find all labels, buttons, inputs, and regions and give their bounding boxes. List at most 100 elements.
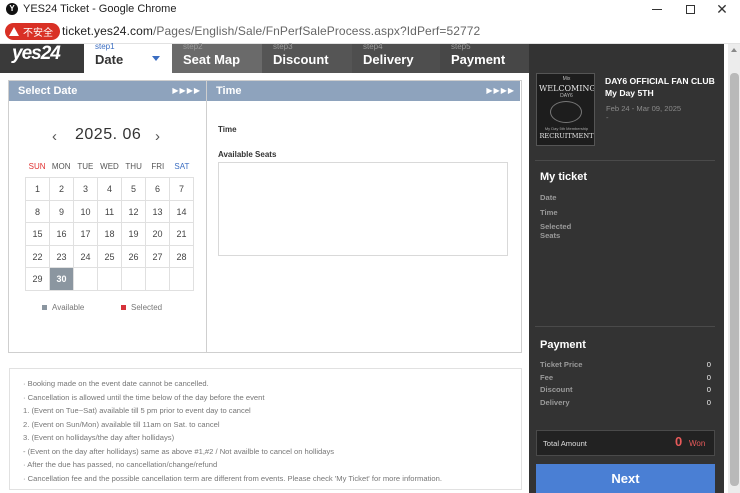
total-amount-label: Total Amount bbox=[543, 439, 587, 448]
calendar-day[interactable]: 17 bbox=[74, 223, 98, 246]
notice-item: · Booking made on the event date cannot … bbox=[23, 379, 209, 388]
calendar-day[interactable]: 11 bbox=[98, 200, 122, 223]
calendar-day[interactable]: 23 bbox=[50, 245, 74, 268]
yes24-logo: yes24 bbox=[0, 44, 84, 73]
notice-item: · After the due has passed, no cancellat… bbox=[23, 460, 218, 469]
step-seat-map[interactable]: step2 Seat Map bbox=[172, 42, 262, 73]
payment-value: 0 bbox=[706, 360, 711, 369]
calendar-day[interactable]: 10 bbox=[74, 200, 98, 223]
payment-label: Discount bbox=[540, 385, 573, 394]
calendar-empty-cell bbox=[146, 268, 170, 291]
calendar-day[interactable]: 20 bbox=[146, 223, 170, 246]
calendar-day[interactable]: 19 bbox=[122, 223, 146, 246]
payment-title: Payment bbox=[540, 339, 586, 351]
close-button[interactable]: ✕ bbox=[708, 0, 736, 19]
calendar-day[interactable]: 3 bbox=[74, 178, 98, 201]
minimize-icon bbox=[652, 9, 662, 10]
weekday-label: THU bbox=[125, 162, 142, 171]
notice-item: · Cancellation fee and the possible canc… bbox=[23, 473, 442, 483]
event-title: DAY6 OFFICIAL FAN CLUB My Day 5TH bbox=[605, 76, 715, 98]
step-label: Payment bbox=[451, 52, 506, 67]
calendar-day[interactable]: 16 bbox=[50, 223, 74, 246]
poster-text: Mix bbox=[562, 76, 571, 82]
calendar-day[interactable]: 25 bbox=[98, 245, 122, 268]
time-title: Time bbox=[216, 85, 242, 97]
calendar-day[interactable]: 8 bbox=[26, 200, 50, 223]
arrows-icon: ▶▶▶▶ bbox=[172, 86, 201, 95]
step-label: Discount bbox=[273, 52, 329, 67]
step-number: step3 bbox=[273, 42, 293, 51]
weekday-label: TUE bbox=[77, 162, 94, 171]
poster-text: RECRUITMENT bbox=[539, 132, 594, 140]
payment-label: Ticket Price bbox=[540, 360, 583, 369]
calendar-day[interactable]: 22 bbox=[26, 245, 50, 268]
weekday-label: FRI bbox=[151, 162, 165, 171]
total-amount-unit: Won bbox=[689, 439, 706, 448]
event-period: Feb 24 - Mar 09, 2025 bbox=[606, 104, 682, 113]
calendar-month: 2025. 06 bbox=[75, 126, 142, 143]
calendar-day[interactable]: 27 bbox=[146, 245, 170, 268]
event-venue: - bbox=[606, 113, 609, 122]
select-date-header: Select Date ▶▶▶▶ bbox=[9, 81, 206, 101]
available-seats-label: Available Seats bbox=[218, 150, 277, 159]
url-field[interactable]: ticket.yes24.com/Pages/English/Sale/FnPe… bbox=[62, 24, 480, 38]
calendar-day[interactable]: 5 bbox=[122, 178, 146, 201]
step-discount[interactable]: step3 Discount bbox=[262, 42, 352, 73]
calendar-day[interactable]: 29 bbox=[26, 268, 50, 291]
maximize-button[interactable] bbox=[676, 0, 704, 19]
notice-list: · Booking made on the event date cannot … bbox=[23, 377, 442, 485]
legend-available-label: Available bbox=[52, 303, 85, 312]
payment-value: 0 bbox=[706, 398, 711, 407]
notice-item: 2. (Event on Sun/Mon) available till 11a… bbox=[23, 419, 220, 429]
calendar-day[interactable]: 18 bbox=[98, 223, 122, 246]
payment-row-ticket-price: Ticket Price 0 bbox=[540, 360, 711, 372]
time-label: Time bbox=[218, 125, 237, 134]
calendar-day[interactable]: 24 bbox=[74, 245, 98, 268]
calendar-day[interactable]: 30 bbox=[50, 268, 74, 291]
chevron-down-icon[interactable] bbox=[152, 56, 160, 61]
calendar-empty-cell bbox=[170, 268, 194, 291]
notice-item: · Cancellation is allowed until the time… bbox=[23, 392, 265, 402]
calendar-day[interactable]: 6 bbox=[146, 178, 170, 201]
selected-swatch-icon bbox=[121, 305, 126, 310]
calendar-day[interactable]: 7 bbox=[170, 178, 194, 201]
calendar-day[interactable]: 15 bbox=[26, 223, 50, 246]
payment-row-delivery: Delivery 0 bbox=[540, 398, 711, 410]
calendar-day[interactable]: 28 bbox=[170, 245, 194, 268]
scroll-up-arrow-icon[interactable] bbox=[731, 48, 737, 52]
calendar-day[interactable]: 9 bbox=[50, 200, 74, 223]
step-delivery[interactable]: step4 Delivery bbox=[352, 42, 440, 73]
not-secure-label: 不安全 bbox=[23, 28, 53, 39]
prev-month-button[interactable]: ‹ bbox=[52, 128, 57, 145]
not-secure-chip[interactable]: 不安全 bbox=[5, 23, 60, 40]
payment-row-fee: Fee 0 bbox=[540, 373, 711, 385]
next-button[interactable]: Next bbox=[536, 464, 715, 493]
yes24-favicon-icon: Y bbox=[6, 3, 18, 15]
payment-row-discount: Discount 0 bbox=[540, 385, 711, 397]
calendar-day[interactable]: 14 bbox=[170, 200, 194, 223]
calendar-day[interactable]: 4 bbox=[98, 178, 122, 201]
step-number: step5 bbox=[451, 42, 471, 51]
calendar-day[interactable]: 26 bbox=[122, 245, 146, 268]
window-title: YES24 Ticket - Google Chrome bbox=[23, 3, 177, 15]
step-label: Delivery bbox=[363, 52, 414, 67]
calendar-day[interactable]: 21 bbox=[170, 223, 194, 246]
poster-text: DAY6 bbox=[560, 93, 573, 99]
arrows-icon: ▶▶▶▶ bbox=[486, 86, 515, 95]
calendar-day[interactable]: 12 bbox=[122, 200, 146, 223]
my-ticket-time-label: Time bbox=[540, 208, 558, 217]
scrollbar-thumb[interactable] bbox=[730, 73, 739, 486]
calendar-empty-cell bbox=[74, 268, 98, 291]
weekday-label: SUN bbox=[28, 162, 46, 171]
step-label: Date bbox=[95, 52, 124, 67]
step-number: step1 bbox=[95, 42, 115, 51]
calendar-day[interactable]: 1 bbox=[26, 178, 50, 201]
available-swatch-icon bbox=[42, 305, 47, 310]
step-payment[interactable]: step5 Payment bbox=[440, 42, 530, 73]
next-month-button[interactable]: › bbox=[155, 128, 160, 145]
payment-value: 0 bbox=[706, 385, 711, 394]
window-titlebar: Y YES24 Ticket - Google Chrome ✕ bbox=[0, 0, 740, 19]
calendar-day[interactable]: 2 bbox=[50, 178, 74, 201]
calendar-day[interactable]: 13 bbox=[146, 200, 170, 223]
minimize-button[interactable] bbox=[643, 0, 671, 19]
